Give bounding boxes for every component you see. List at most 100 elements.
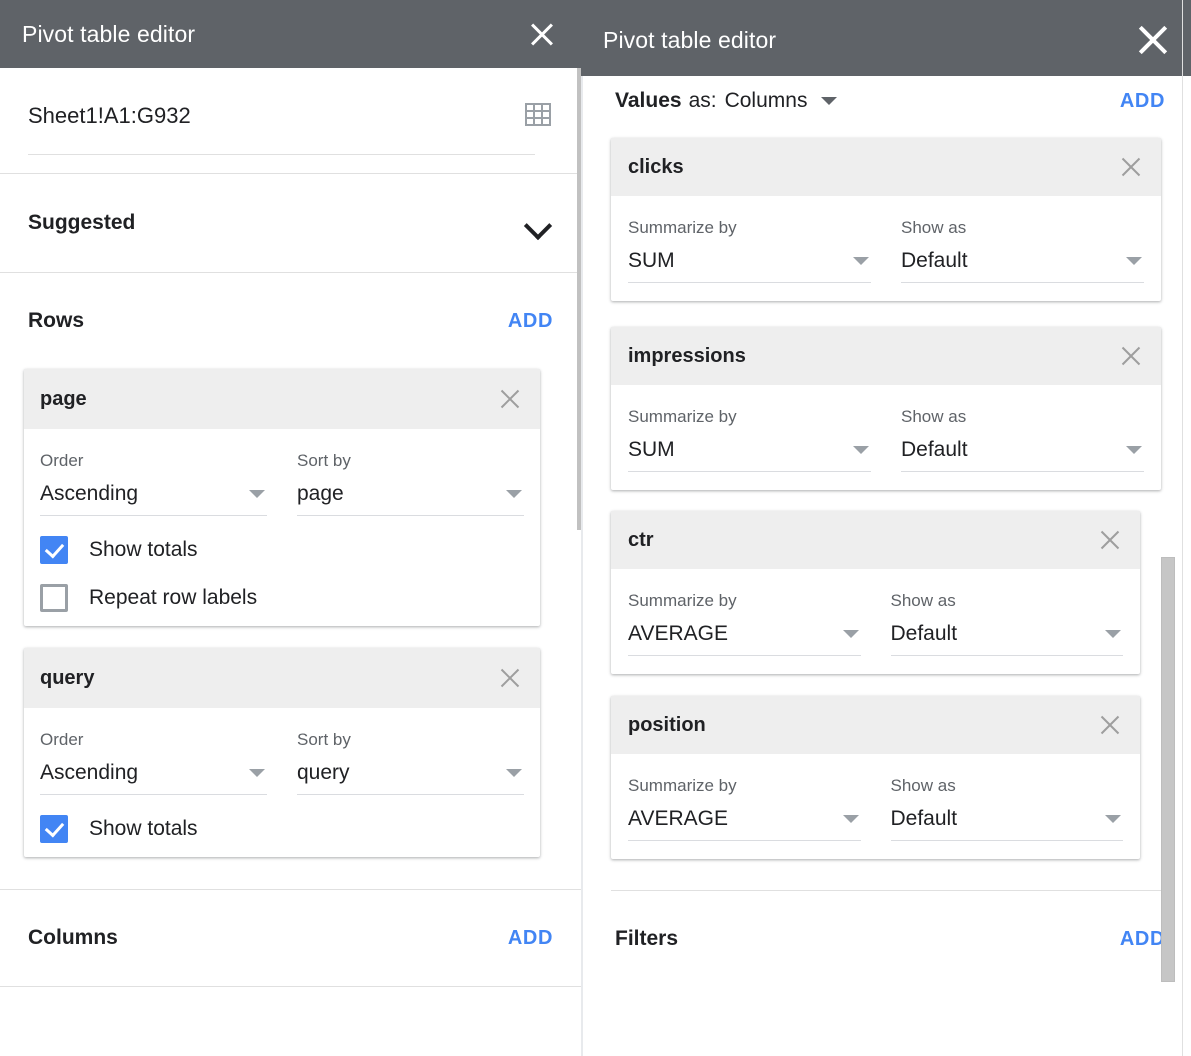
summarize-by-value: SUM <box>628 249 675 272</box>
chevron-down-icon <box>853 257 869 265</box>
close-icon[interactable] <box>525 17 559 51</box>
order-field: Order Ascending <box>40 730 267 795</box>
show-as-value: Default <box>901 438 968 461</box>
field-row: Summarize by SUM Show as Default <box>628 218 1144 283</box>
close-icon[interactable] <box>1133 20 1173 60</box>
rows-field-card-page: page Order Ascending Sort by page Show t… <box>24 369 540 626</box>
summarize-by-field: Summarize by AVERAGE <box>628 776 861 841</box>
close-icon[interactable] <box>1119 344 1143 368</box>
show-as-select[interactable]: Default <box>901 438 1144 472</box>
field-name: impressions <box>628 344 746 367</box>
summarize-by-label: Summarize by <box>628 776 737 795</box>
summarize-by-field: Summarize by AVERAGE <box>628 591 861 656</box>
close-icon[interactable] <box>498 387 522 411</box>
chevron-down-icon[interactable] <box>525 215 551 231</box>
sort-by-select[interactable]: query <box>297 761 524 795</box>
columns-add-button[interactable]: ADD <box>508 927 553 950</box>
chevron-down-icon[interactable] <box>821 97 838 105</box>
suggested-section-toggle[interactable]: Suggested <box>0 174 581 272</box>
values-field-card-position: position Summarize by AVERAGE Show as De… <box>611 696 1140 859</box>
summarize-by-field: Summarize by SUM <box>628 218 871 283</box>
show-as-value: Default <box>890 807 958 830</box>
close-icon[interactable] <box>1098 528 1122 552</box>
summarize-by-select[interactable]: SUM <box>628 438 871 472</box>
data-range-row: Sheet1!A1:G932 <box>0 68 581 173</box>
sort-by-select[interactable]: page <box>297 482 524 516</box>
select-data-range-grid-icon[interactable] <box>523 100 553 130</box>
values-as-value: Columns <box>724 89 808 112</box>
values-as-group[interactable]: Values as: Columns <box>615 89 838 113</box>
chevron-down-icon <box>1105 815 1121 823</box>
chevron-down-icon <box>842 630 859 638</box>
show-as-field: Show as Default <box>901 218 1144 283</box>
filters-add-button[interactable]: ADD <box>1120 928 1165 951</box>
chevron-down-icon <box>249 490 265 498</box>
chevron-down-icon <box>842 815 859 823</box>
card-header: position <box>611 696 1140 754</box>
field-name: ctr <box>628 528 654 551</box>
show-as-select[interactable]: Default <box>890 807 1123 841</box>
card-body: Summarize by SUM Show as Default <box>611 385 1161 490</box>
columns-label: Columns <box>28 926 118 949</box>
data-range-value[interactable]: Sheet1!A1:G932 <box>28 102 523 130</box>
sort-by-field: Sort by query <box>297 730 524 795</box>
show-as-select[interactable]: Default <box>890 622 1123 656</box>
close-icon[interactable] <box>1119 155 1143 179</box>
show-totals-checkbox-row[interactable]: Show totals <box>40 536 524 564</box>
checkbox-checked-icon[interactable] <box>40 815 68 843</box>
summarize-by-value: AVERAGE <box>628 807 728 830</box>
checkbox-unchecked-icon[interactable] <box>40 584 68 612</box>
checkbox-checked-icon[interactable] <box>40 536 68 564</box>
values-field-card-clicks: clicks Summarize by SUM Show as Default <box>611 138 1161 301</box>
field-name: query <box>40 666 95 689</box>
values-field-card-ctr: ctr Summarize by AVERAGE Show as Default <box>611 511 1140 674</box>
order-select[interactable]: Ascending <box>40 482 267 516</box>
left-pivot-editor-panel: Pivot table editor Sheet1!A1:G932 Sugges… <box>0 0 581 1056</box>
field-row: Order Ascending Sort by page <box>40 451 524 516</box>
order-value: Ascending <box>40 761 139 784</box>
rows-add-button[interactable]: ADD <box>508 310 553 333</box>
summarize-by-select[interactable]: AVERAGE <box>628 622 861 656</box>
show-totals-label: Show totals <box>89 817 198 840</box>
order-select[interactable]: Ascending <box>40 761 267 795</box>
field-name: page <box>40 387 87 410</box>
right-panel-body: Values as: Columns ADD clicks Summarize … <box>581 76 1191 1056</box>
field-name: position <box>628 713 706 736</box>
rows-label: Rows <box>28 309 85 332</box>
show-totals-checkbox-row[interactable]: Show totals <box>40 815 524 843</box>
repeat-row-labels-checkbox-row[interactable]: Repeat row labels <box>40 584 524 612</box>
close-icon[interactable] <box>498 666 522 690</box>
rows-section-header: Rows ADD <box>0 273 581 369</box>
show-as-field: Show as Default <box>890 591 1123 656</box>
card-body: Order Ascending Sort by page Show totals… <box>24 429 540 626</box>
data-range-underline <box>28 154 535 155</box>
show-as-label: Show as <box>901 407 967 426</box>
field-row: Summarize by SUM Show as Default <box>628 407 1144 472</box>
field-row: Order Ascending Sort by query <box>40 730 524 795</box>
columns-section-header: Columns ADD <box>0 890 581 986</box>
chevron-down-icon <box>1105 630 1121 638</box>
show-totals-label: Show totals <box>89 538 198 561</box>
sort-by-label: Sort by <box>297 730 351 749</box>
show-as-field: Show as Default <box>901 407 1144 472</box>
values-add-button[interactable]: ADD <box>1120 90 1165 113</box>
filters-label: Filters <box>615 927 679 950</box>
card-header: ctr <box>611 511 1140 569</box>
right-panel-title: Pivot table editor <box>603 26 777 53</box>
chevron-down-icon <box>853 446 869 454</box>
right-panel-scrollbar-track[interactable] <box>1182 0 1183 1056</box>
summarize-by-select[interactable]: SUM <box>628 249 871 283</box>
card-body: Order Ascending Sort by query Show total… <box>24 708 540 857</box>
right-panel-scrollbar-thumb[interactable] <box>1161 557 1175 982</box>
summarize-by-label: Summarize by <box>628 218 737 237</box>
left-panel-title: Pivot table editor <box>22 20 196 47</box>
close-icon[interactable] <box>1098 713 1122 737</box>
chevron-down-icon <box>1126 446 1142 454</box>
pivot-table-editor-screen: Pivot table editor Sheet1!A1:G932 Sugges… <box>0 0 1191 1056</box>
summarize-by-label: Summarize by <box>628 591 737 610</box>
summarize-by-field: Summarize by SUM <box>628 407 871 472</box>
show-as-select[interactable]: Default <box>901 249 1144 283</box>
show-as-value: Default <box>890 622 958 645</box>
summarize-by-select[interactable]: AVERAGE <box>628 807 861 841</box>
divider <box>0 986 581 987</box>
